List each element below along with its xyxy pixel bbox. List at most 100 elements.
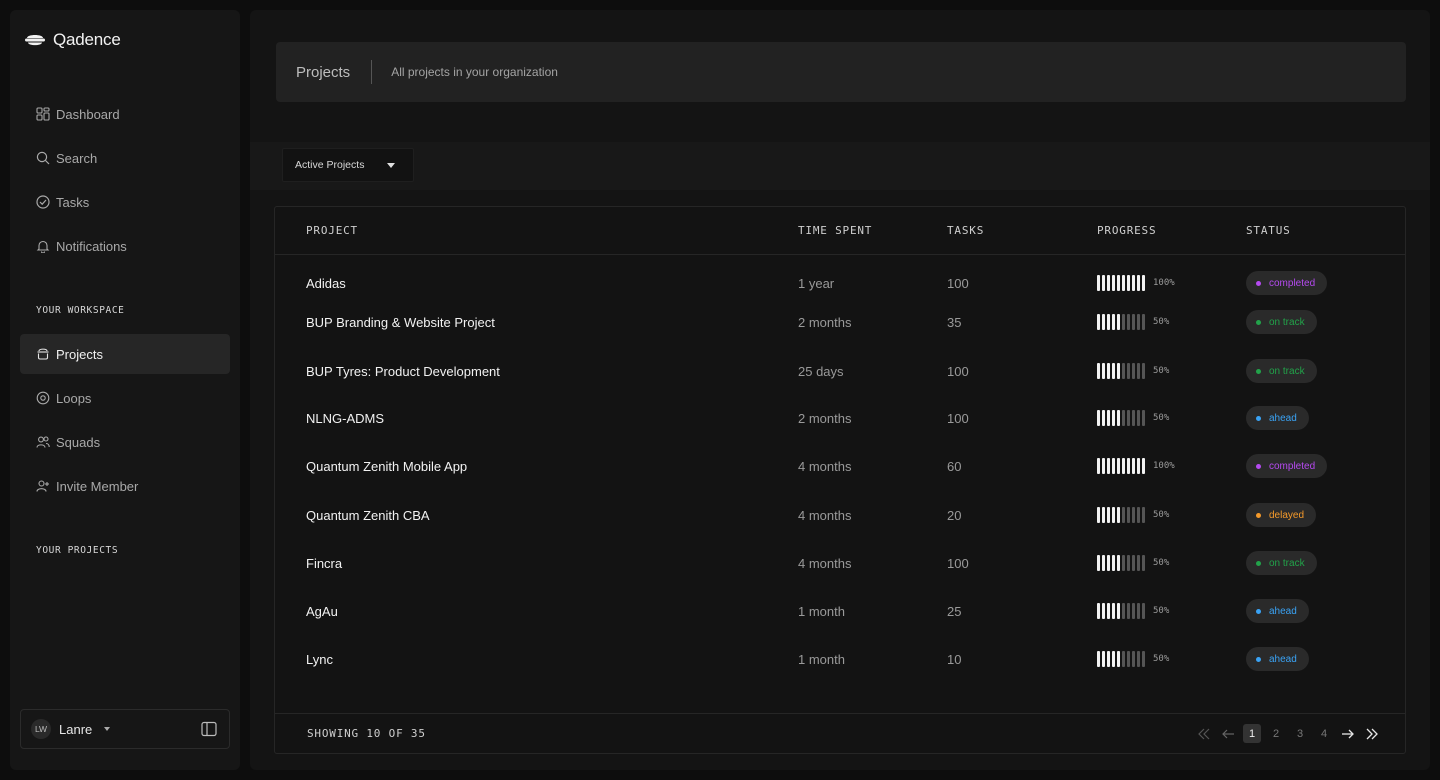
column-header-status[interactable]: STATUS [1246, 224, 1291, 237]
status-dot [1256, 415, 1261, 421]
status-badge: on track [1246, 310, 1317, 334]
table-row[interactable]: BUP Branding & Website Project 2 months 35… [275, 302, 1405, 342]
avatar: LW [31, 719, 51, 739]
task-count: 100 [947, 410, 969, 426]
progress-cell: 50% [1097, 543, 1169, 583]
progress-segment [1107, 410, 1110, 426]
sidebar-toggle-icon[interactable] [201, 721, 217, 742]
chevron-down-icon [104, 727, 111, 731]
time-spent: 4 months [798, 507, 852, 523]
progress-segment [1122, 458, 1125, 474]
task-count: 100 [947, 555, 969, 571]
progress-segment [1137, 603, 1140, 619]
status-badge: on track [1246, 551, 1317, 575]
progress-segment [1122, 507, 1125, 523]
first-page-icon[interactable] [1195, 725, 1213, 743]
progress-segment [1097, 603, 1100, 619]
status-label: on track [1269, 365, 1305, 377]
users-icon [36, 435, 50, 449]
workspace-section-label: YOUR WORKSPACE [36, 305, 125, 316]
progress-segment [1112, 507, 1115, 523]
nav-dashboard[interactable]: Dashboard [20, 94, 230, 134]
user-menu[interactable]: LW Lanre [20, 709, 230, 749]
project-filter-dropdown[interactable]: Active Projects [282, 148, 414, 182]
progress-segment [1112, 314, 1115, 330]
table-row[interactable]: Lync 1 month 10 50% ahead [275, 639, 1405, 679]
progress-segment [1112, 363, 1115, 379]
project-filter-value: Active Projects [295, 159, 365, 171]
nav-loops[interactable]: Loops [20, 378, 230, 418]
status-cell: completed [1246, 446, 1328, 486]
last-page-icon[interactable] [1363, 725, 1381, 743]
projects-section-label: YOUR PROJECTS [36, 545, 119, 556]
status-badge: on track [1246, 359, 1317, 383]
progress-cell: 50% [1097, 302, 1169, 342]
table-row[interactable]: BUP Tyres: Product Development 25 days 100… [275, 351, 1405, 391]
nav-invite-member[interactable]: Invite Member [20, 466, 230, 506]
progress-segment [1102, 275, 1105, 291]
app-logo[interactable]: Qadence [24, 30, 121, 50]
progress-segment [1127, 275, 1130, 291]
table-row[interactable]: Fincra 4 months 100 50% on track [275, 543, 1405, 583]
status-dot [1256, 368, 1261, 374]
caret-down-icon [387, 163, 395, 168]
progress-segment [1112, 555, 1115, 571]
bell-icon [36, 239, 50, 253]
progress-segment [1107, 651, 1110, 667]
progress-segment [1142, 458, 1145, 474]
nav-squads-label: Squads [56, 434, 101, 450]
project-name: Fincra [306, 555, 343, 571]
progress-segment [1117, 651, 1120, 667]
table-header: PROJECT TIME SPENT TASKS PROGRESS STATUS [275, 207, 1405, 255]
time-spent: 2 months [798, 314, 852, 330]
status-badge: delayed [1246, 503, 1317, 527]
status-dot [1256, 608, 1261, 614]
page-subtitle: All projects in your organization [391, 65, 558, 79]
table-row[interactable]: Quantum Zenith Mobile App 4 months 60 100% c… [275, 446, 1405, 486]
column-header-time-spent[interactable]: TIME SPENT [798, 224, 872, 237]
progress-segment [1127, 603, 1130, 619]
nav-loops-label: Loops [56, 390, 92, 406]
page-button-4[interactable]: 4 [1315, 724, 1333, 743]
nav-notifications[interactable]: Notifications [20, 226, 230, 266]
pot-icon [36, 347, 50, 361]
status-cell: on track [1246, 543, 1317, 583]
status-dot [1256, 512, 1261, 518]
progress-percent: 50% [1153, 654, 1170, 664]
nav-search[interactable]: Search [20, 138, 230, 178]
project-name: BUP Tyres: Product Development [306, 363, 500, 379]
next-page-icon[interactable] [1339, 725, 1357, 743]
progress-segment [1112, 275, 1115, 291]
progress-segment [1127, 507, 1130, 523]
status-cell: on track [1246, 302, 1317, 342]
progress-segment [1132, 275, 1135, 291]
page-button-3[interactable]: 3 [1291, 724, 1309, 743]
prev-page-icon[interactable] [1219, 725, 1237, 743]
main-content: Projects All projects in your organizati… [250, 10, 1430, 770]
time-spent: 1 month [798, 651, 845, 667]
progress-segment [1132, 410, 1135, 426]
column-header-tasks[interactable]: TASKS [947, 224, 984, 237]
project-name: Lync [306, 651, 333, 667]
progress-segment [1107, 603, 1110, 619]
progress-bar [1097, 458, 1145, 474]
progress-segment [1127, 410, 1130, 426]
page-button-2[interactable]: 2 [1267, 724, 1285, 743]
table-row[interactable]: Quantum Zenith CBA 4 months 20 50% delayed [275, 495, 1405, 535]
progress-segment [1132, 314, 1135, 330]
progress-percent: 50% [1153, 366, 1170, 376]
nav-tasks[interactable]: Tasks [20, 182, 230, 222]
progress-percent: 50% [1153, 413, 1170, 423]
table-row[interactable]: Adidas 1 year 100 100% completed [275, 263, 1405, 303]
nav-projects[interactable]: Projects [20, 334, 230, 374]
table-row[interactable]: NLNG-ADMS 2 months 100 50% ahead [275, 398, 1405, 438]
column-header-progress[interactable]: PROGRESS [1097, 224, 1156, 237]
progress-segment [1107, 275, 1110, 291]
nav-squads[interactable]: Squads [20, 422, 230, 462]
table-row[interactable]: AgAu 1 month 25 50% ahead [275, 591, 1405, 631]
showing-count: SHOWING 10 OF 35 [307, 727, 426, 740]
progress-cell: 50% [1097, 495, 1169, 535]
column-header-project[interactable]: PROJECT [306, 224, 358, 237]
page-button-1[interactable]: 1 [1243, 724, 1261, 743]
progress-segment [1097, 458, 1100, 474]
